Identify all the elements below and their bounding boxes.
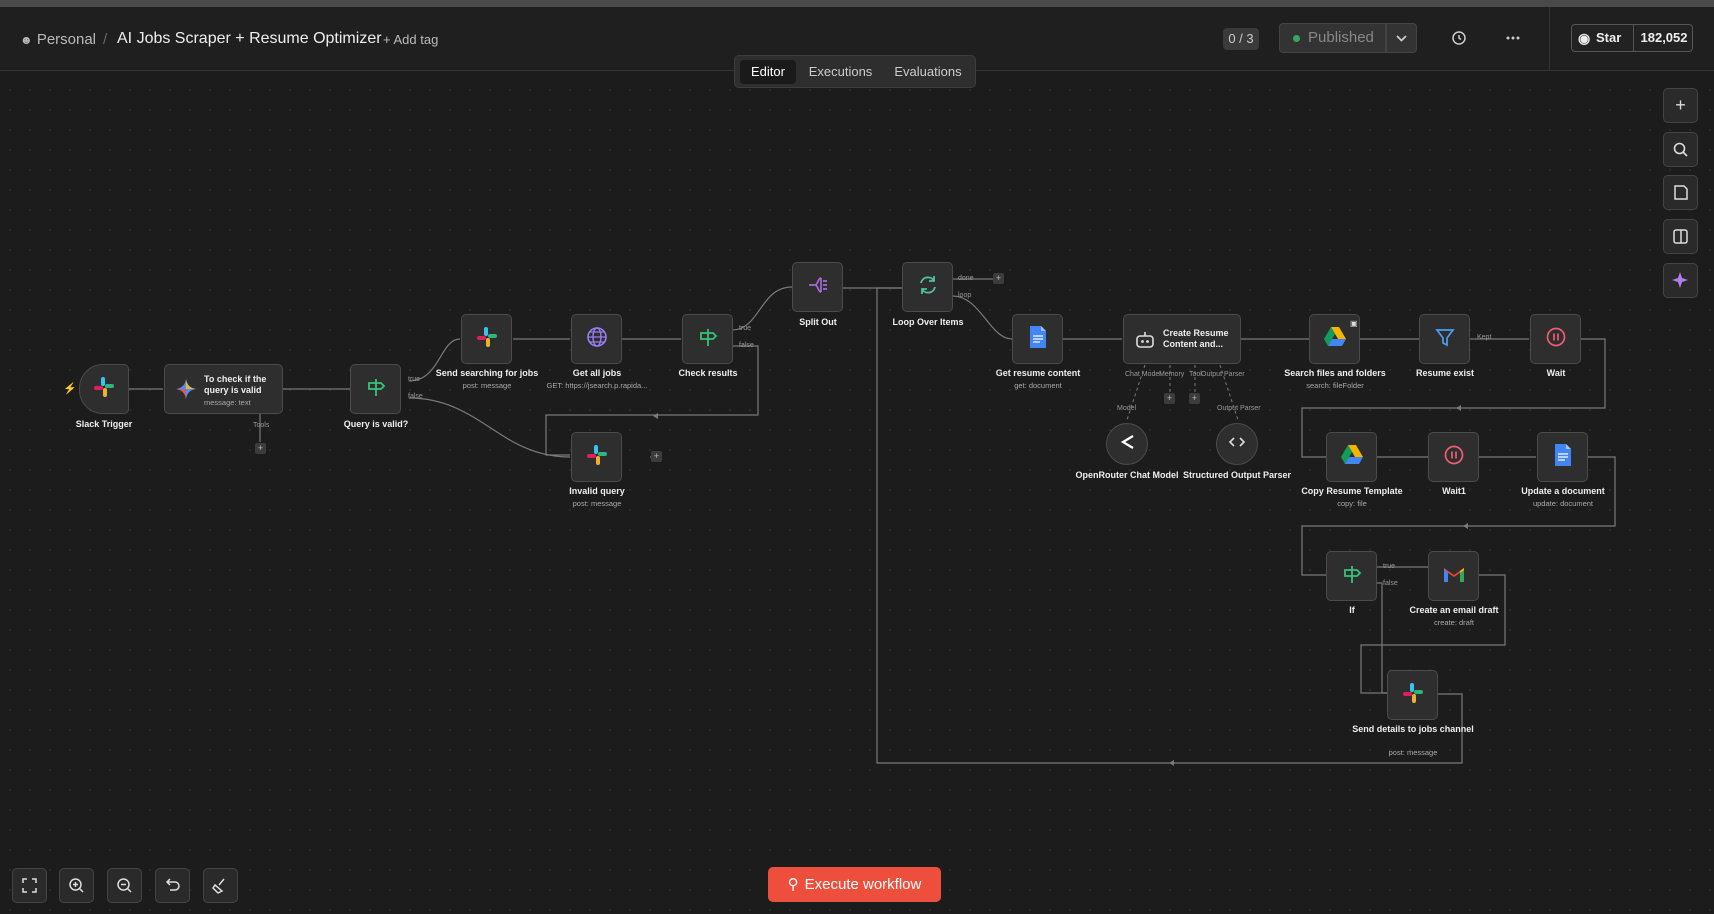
slack-icon (92, 375, 116, 403)
trigger-bolt-icon: ⚡ (63, 383, 77, 395)
slack-icon (1401, 681, 1425, 709)
port-label-false: false (408, 393, 423, 400)
port-label-true: true (408, 376, 421, 383)
add-tool-plus-icon[interactable]: + (1189, 393, 1200, 404)
if-signpost-icon (365, 376, 387, 402)
google-drive-icon (1340, 444, 1364, 470)
add-node-plus-icon[interactable]: + (651, 451, 662, 462)
port-label-tool: Tool (1189, 371, 1202, 378)
if-signpost-icon (1341, 563, 1363, 589)
port-label-loop: loop (958, 292, 972, 299)
slack-icon (585, 443, 609, 471)
port-label-done: done (958, 275, 974, 282)
if-signpost-icon (697, 326, 719, 352)
add-node-plus-icon[interactable]: + (993, 273, 1004, 284)
openrouter-icon (1117, 432, 1137, 456)
port-label-true: true (1383, 563, 1396, 570)
google-drive-icon (1323, 326, 1347, 352)
add-tool-plus-icon[interactable]: + (255, 443, 266, 454)
pause-icon (1443, 444, 1465, 470)
node-label: Get resume content (995, 368, 1081, 378)
node-label: Structured Output Parser (1182, 470, 1292, 480)
port-label-tools: Tools (253, 422, 270, 429)
node-subtitle: post: message (1388, 748, 1438, 757)
gmail-icon (1442, 565, 1466, 587)
split-icon (806, 273, 830, 301)
node-subtitle: post: message (572, 499, 622, 508)
node-subtitle: create: draft (1433, 618, 1475, 627)
globe-icon (585, 325, 609, 353)
node-subtitle: search: fileFolder (1306, 381, 1364, 390)
port-label-model: Model (1117, 405, 1137, 412)
port-label-output-parser: Output Parser (1217, 405, 1261, 412)
google-docs-icon (1028, 325, 1048, 353)
loop-icon (916, 273, 940, 301)
add-memory-plus-icon[interactable]: + (1164, 393, 1175, 404)
port-label-false: false (739, 342, 754, 349)
node-label: Slack Trigger (75, 419, 133, 429)
port-label-output-parser: Output Parser (1201, 371, 1245, 378)
node-label: Send details to jobs channel (1352, 724, 1474, 734)
node-subtitle: update: document (1532, 499, 1594, 508)
node-label: Create Resume Content and... (1163, 328, 1229, 349)
pause-icon (1545, 326, 1567, 352)
port-label-kept: Kept (1477, 334, 1492, 341)
node-label: Invalid query (569, 486, 625, 496)
filter-icon (1434, 326, 1456, 352)
node-label: Query is valid? (343, 419, 409, 429)
port-label-memory: Memory (1159, 371, 1185, 378)
google-docs-icon (1553, 443, 1573, 471)
port-label-chat-model: Chat Model (1125, 371, 1161, 378)
pin-icon: ▣ (1350, 319, 1358, 328)
node-label: To check if the query is valid (204, 374, 267, 395)
node-label: Wait (1546, 368, 1566, 378)
node-subtitle: message: text (204, 398, 251, 407)
port-label-true: true (739, 325, 752, 332)
node-label: Create an email draft (1409, 605, 1499, 615)
node-label: Update a document (1521, 486, 1605, 496)
slack-icon (475, 325, 499, 353)
node-subtitle: copy: file (1337, 499, 1367, 508)
node-subtitle: get: document (1014, 381, 1062, 390)
node-label: Check results (678, 368, 738, 378)
code-brackets-icon (1227, 432, 1247, 456)
node-subtitle: GET: https://jsearch.p.rapida... (546, 381, 648, 390)
port-label-false: false (1383, 580, 1398, 587)
robot-icon (1134, 329, 1156, 356)
node-label: Loop Over Items (892, 317, 964, 327)
gemini-icon (175, 378, 197, 405)
